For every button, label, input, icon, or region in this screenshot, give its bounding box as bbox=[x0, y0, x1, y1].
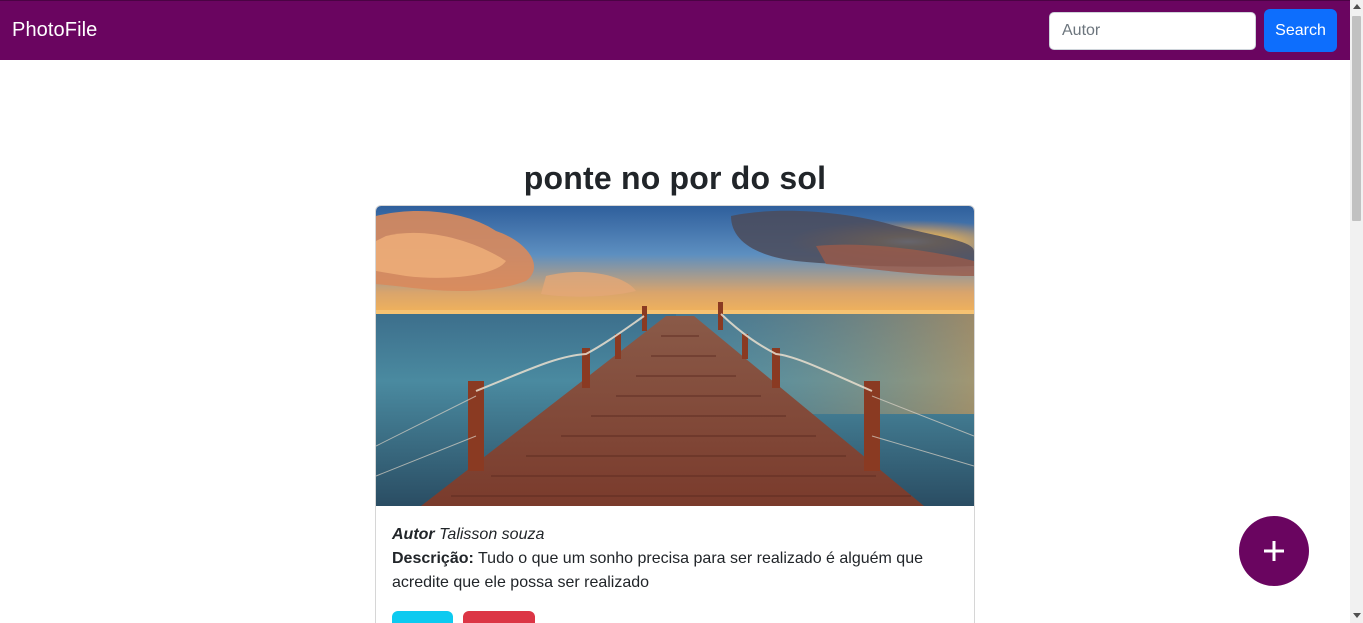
search-input[interactable] bbox=[1049, 11, 1256, 50]
scroll-up-arrow-icon[interactable] bbox=[1353, 4, 1361, 9]
add-photo-button[interactable] bbox=[1239, 516, 1309, 586]
photo-title: ponte no por do sol bbox=[523, 160, 827, 196]
card-body: Autor Talisson souza Descrição: Tudo o q… bbox=[376, 506, 974, 623]
photo-card: Autor Talisson souza Descrição: Tudo o q… bbox=[375, 205, 975, 623]
card-actions bbox=[392, 611, 958, 623]
description-label: Descrição: bbox=[392, 550, 474, 567]
search-button[interactable]: Search bbox=[1264, 9, 1337, 52]
search-form: Search bbox=[1049, 9, 1337, 52]
scroll-down-arrow-icon[interactable] bbox=[1353, 613, 1361, 618]
plus-icon bbox=[1264, 541, 1284, 561]
vertical-scrollbar[interactable] bbox=[1350, 0, 1363, 623]
scrollbar-thumb[interactable] bbox=[1352, 16, 1361, 221]
author-label: Autor bbox=[392, 526, 435, 543]
author-line: Autor Talisson souza bbox=[392, 523, 958, 547]
brand-logo[interactable]: PhotoFile bbox=[12, 19, 97, 42]
edit-button[interactable] bbox=[392, 611, 453, 623]
top-navbar: PhotoFile Search bbox=[0, 0, 1350, 60]
author-name: Talisson souza bbox=[439, 526, 545, 543]
delete-button[interactable] bbox=[463, 611, 535, 623]
description-line: Descrição: Tudo o que um sonho precisa p… bbox=[392, 547, 958, 595]
pier-at-sunset-photo bbox=[376, 206, 974, 506]
